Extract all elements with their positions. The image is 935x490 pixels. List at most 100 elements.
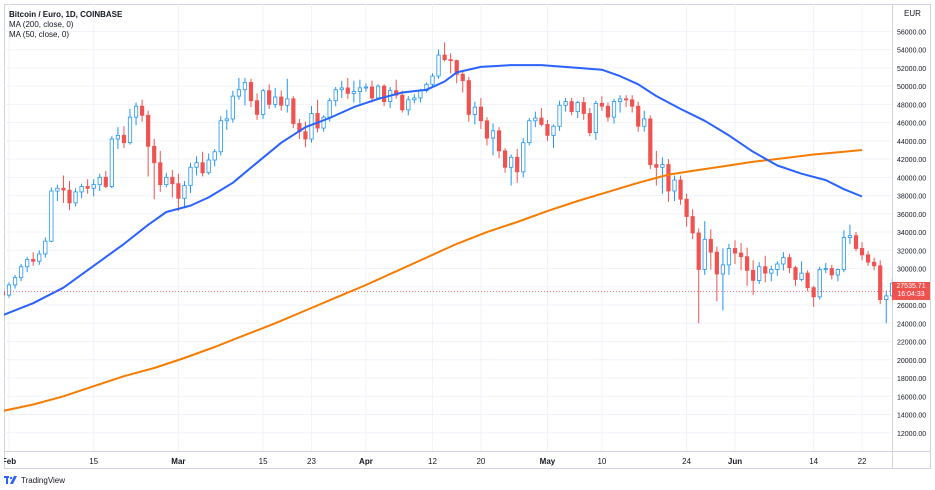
time-axis[interactable]: Feb 15 Mar 15 23 Apr 12 20 May 10 24 Jun 14 22 — [2, 451, 892, 469]
candle-up[interactable] — [509, 154, 514, 186]
candle-down[interactable] — [654, 150, 659, 186]
candle-up[interactable] — [672, 175, 677, 202]
candle-down[interactable] — [587, 107, 592, 137]
candle-down[interactable] — [139, 99, 145, 122]
candle-up[interactable] — [25, 256, 30, 273]
candle-up[interactable] — [363, 83, 369, 92]
ma50-legend[interactable]: MA (50, close, 0) — [9, 30, 122, 40]
candle-up[interactable] — [799, 261, 804, 282]
candle-up[interactable] — [79, 183, 84, 199]
candle-down[interactable] — [400, 90, 405, 113]
candle-down[interactable] — [170, 170, 175, 198]
candle-up[interactable] — [285, 78, 290, 113]
candle-up[interactable] — [412, 94, 417, 104]
candle-up[interactable] — [212, 149, 217, 167]
candle-down[interactable] — [732, 240, 738, 264]
candle-down[interactable] — [648, 115, 653, 170]
candle-down[interactable] — [369, 80, 375, 103]
candle-down[interactable] — [200, 151, 205, 177]
candle-down[interactable] — [67, 180, 72, 211]
candle-up[interactable] — [841, 230, 847, 273]
candle-down[interactable] — [539, 107, 544, 127]
candle-down[interactable] — [478, 97, 484, 129]
candle-down[interactable] — [254, 93, 260, 120]
candle-down[interactable] — [684, 193, 689, 227]
candle-up[interactable] — [273, 87, 278, 108]
candle-down[interactable] — [859, 242, 865, 261]
candle-down[interactable] — [448, 53, 453, 74]
candle-up[interactable] — [339, 80, 344, 98]
candle-down[interactable] — [745, 247, 750, 286]
candle-up[interactable] — [218, 116, 223, 156]
candle-down[interactable] — [381, 84, 387, 107]
candle-up[interactable] — [593, 100, 598, 140]
candle-up[interactable] — [97, 173, 102, 192]
candle-up[interactable] — [351, 80, 356, 103]
candle-up[interactable] — [133, 102, 139, 126]
candle-down[interactable] — [605, 102, 611, 122]
symbol-title[interactable]: Bitcoin / Euro, 1D, COINBASE — [9, 10, 122, 20]
candle-down[interactable] — [291, 96, 296, 129]
candle-up[interactable] — [55, 184, 60, 202]
candle-down[interactable] — [394, 79, 399, 99]
candle-up[interactable] — [557, 100, 562, 131]
candle-down[interactable] — [466, 76, 471, 122]
candle-down[interactable] — [267, 84, 272, 109]
candle-up[interactable] — [206, 153, 211, 175]
candle-up[interactable] — [781, 252, 786, 271]
candle-down[interactable] — [176, 173, 181, 212]
candle-up[interactable] — [720, 248, 726, 311]
candle-down[interactable] — [636, 101, 641, 132]
candle-up[interactable] — [236, 77, 241, 100]
candle-down[interactable] — [787, 253, 792, 274]
candle-down[interactable] — [829, 264, 834, 280]
tradingview-brand[interactable]: TradingView — [4, 474, 65, 486]
candle-up[interactable] — [230, 90, 235, 123]
candle-up[interactable] — [357, 79, 363, 104]
candle-down[interactable] — [152, 139, 157, 200]
candlestick-chart[interactable] — [4, 4, 892, 451]
candle-down[interactable] — [279, 90, 284, 111]
candle-up[interactable] — [127, 108, 133, 145]
candle-down[interactable] — [581, 97, 586, 120]
candle-up[interactable] — [43, 237, 48, 258]
candle-down[interactable] — [805, 270, 810, 292]
candle-up[interactable] — [527, 118, 532, 146]
chart-plot-area[interactable] — [4, 4, 892, 451]
candle-down[interactable] — [158, 150, 163, 192]
candle-down[interactable] — [708, 229, 713, 270]
candle-up[interactable] — [406, 96, 411, 116]
candle-down[interactable] — [103, 170, 108, 189]
candle-up[interactable] — [91, 179, 96, 197]
candle-down[interactable] — [303, 121, 308, 148]
candle-up[interactable] — [611, 98, 617, 124]
candle-up[interactable] — [757, 262, 762, 285]
candle-up[interactable] — [242, 77, 248, 106]
candle-down[interactable] — [866, 251, 871, 266]
candle-down[interactable] — [878, 260, 883, 305]
candle-down[interactable] — [763, 255, 768, 283]
candle-down[interactable] — [496, 127, 502, 159]
candle-down[interactable] — [61, 175, 66, 203]
candle-up[interactable] — [388, 87, 393, 108]
candle-down[interactable] — [678, 175, 683, 205]
candle-up[interactable] — [424, 82, 429, 93]
candle-down[interactable] — [599, 96, 605, 111]
candle-up[interactable] — [533, 111, 538, 128]
candle-up[interactable] — [642, 110, 647, 132]
candle-down[interactable] — [811, 285, 816, 307]
candle-up[interactable] — [551, 124, 556, 149]
currency-label[interactable]: EUR — [904, 9, 921, 18]
candle-down[interactable] — [793, 265, 798, 286]
candle-up[interactable] — [18, 263, 24, 282]
candle-up[interactable] — [490, 123, 496, 156]
candle-down[interactable] — [738, 243, 744, 271]
candle-down[interactable] — [696, 228, 701, 324]
candle-up[interactable] — [472, 101, 477, 125]
candle-up[interactable] — [430, 73, 435, 88]
candle-up[interactable] — [224, 109, 229, 130]
candle-down[interactable] — [248, 78, 254, 108]
candle-down[interactable] — [345, 77, 350, 99]
candle-down[interactable] — [31, 252, 36, 266]
candle-up[interactable] — [164, 172, 169, 188]
